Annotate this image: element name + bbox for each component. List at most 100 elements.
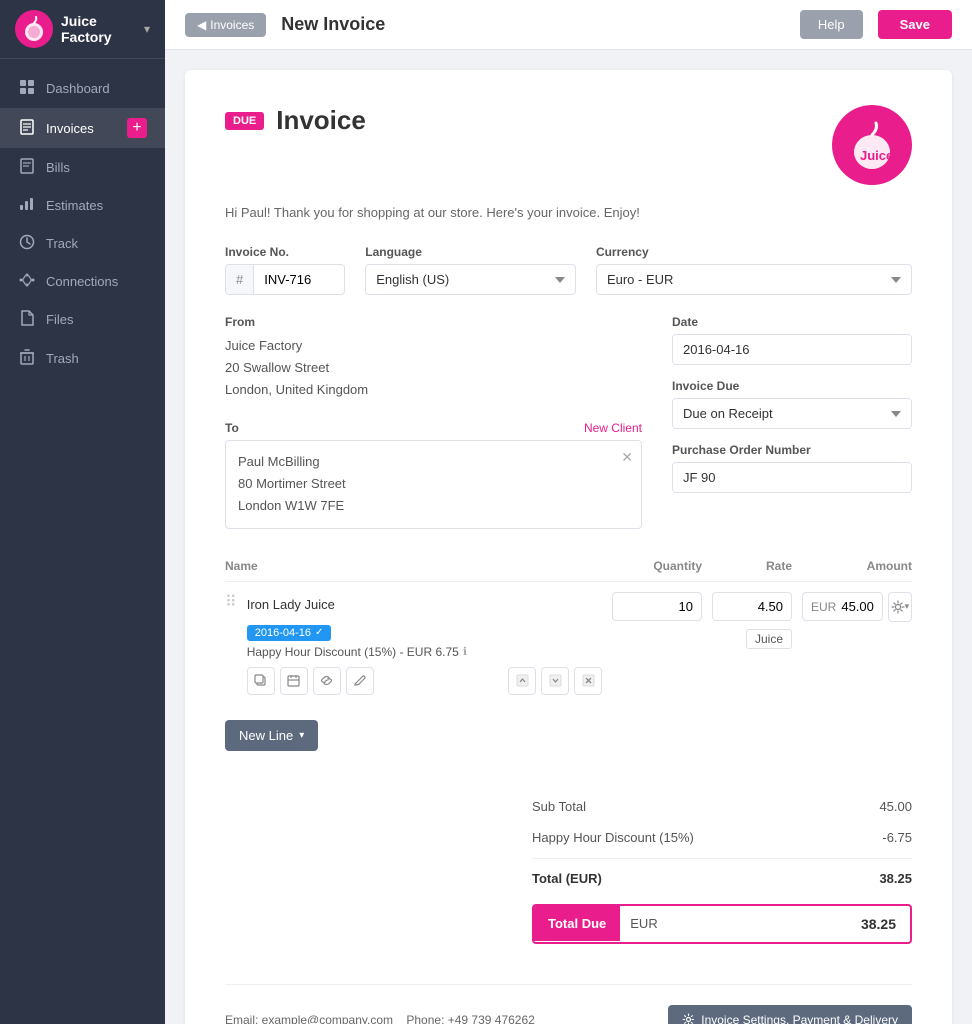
qty-col — [612, 592, 702, 621]
sidebar-item-trash[interactable]: Trash — [0, 339, 165, 378]
sidebar-item-label: Dashboard — [46, 81, 110, 96]
line-item-settings-button[interactable]: ▾ — [888, 592, 912, 622]
invoice-no-label: Invoice No. — [225, 245, 345, 259]
invoice-settings-button[interactable]: Invoice Settings, Payment & Delivery — [668, 1005, 912, 1024]
invoice-title: Invoice — [276, 105, 366, 136]
link-button[interactable] — [313, 667, 341, 695]
invoice-no-input-group: # — [225, 264, 345, 295]
invoices-icon — [18, 119, 36, 138]
drag-handle[interactable]: ⠿ — [225, 592, 237, 612]
discount-text: Happy Hour Discount (15%) - EUR 6.75 — [247, 645, 459, 659]
new-client-link[interactable]: New Client — [584, 421, 642, 435]
item-name-input[interactable] — [247, 592, 602, 617]
invoice-due-label: Invoice Due — [672, 379, 912, 393]
amount-value: 45.00 — [841, 599, 874, 614]
save-button[interactable]: Save — [878, 10, 952, 39]
currency-select[interactable]: Euro - EUR — [596, 264, 912, 295]
sidebar-item-files[interactable]: Files — [0, 300, 165, 339]
date-input[interactable] — [672, 334, 912, 365]
from-section: From Juice Factory 20 Swallow Street Lon… — [225, 315, 642, 401]
footer-phone: Phone: +49 739 476262 — [406, 1013, 534, 1024]
total-due-currency: EUR — [620, 906, 847, 941]
sidebar-item-bills[interactable]: Bills — [0, 148, 165, 187]
copy-button[interactable] — [247, 667, 275, 695]
date-label: Date — [672, 315, 912, 329]
line-item-row: ⠿ 2016-04-16 ✓ Happy — [225, 582, 912, 705]
po-input[interactable] — [672, 462, 912, 493]
to-line-2: 80 Mortimer Street — [238, 473, 629, 495]
help-button[interactable]: Help — [800, 10, 863, 39]
amount-currency: EUR — [811, 600, 836, 614]
sidebar-item-label: Bills — [46, 160, 70, 175]
footer-email: Email: example@company.com — [225, 1013, 393, 1024]
footer-contact: Email: example@company.com Phone: +49 73… — [225, 1013, 535, 1024]
sidebar-item-invoices[interactable]: Invoices + — [0, 108, 165, 148]
line-items-section: Name Quantity Rate Amount ⠿ — [225, 559, 912, 751]
date-badge-text: 2016-04-16 — [255, 627, 311, 639]
line-item-grid: ⠿ 2016-04-16 ✓ Happy — [225, 592, 912, 695]
breadcrumb-arrow-icon: ◀ — [197, 18, 206, 32]
new-line-arrow-icon: ▾ — [299, 730, 304, 741]
sidebar-item-track[interactable]: Track — [0, 224, 165, 263]
invoice-no-group: Invoice No. # — [225, 245, 345, 295]
settings-gear-icon — [682, 1013, 695, 1024]
greeting-text: Hi Paul! Thank you for shopping at our s… — [225, 205, 912, 220]
discount-row: Happy Hour Discount (15%) - EUR 6.75 ℹ — [247, 645, 602, 659]
sidebar-item-label: Trash — [46, 351, 79, 366]
currency-group: Currency Euro - EUR — [596, 245, 912, 295]
line-items-header: Name Quantity Rate Amount — [225, 559, 912, 582]
estimates-icon — [18, 197, 36, 214]
sidebar-item-label: Track — [46, 236, 78, 251]
discount-info-icon: ℹ — [463, 645, 467, 658]
item-date-badge[interactable]: 2016-04-16 ✓ — [247, 625, 332, 641]
to-close-button[interactable]: ✕ — [621, 449, 633, 466]
totals-container: Sub Total 45.00 Happy Hour Discount (15%… — [225, 771, 912, 944]
sidebar-logo[interactable]: Juice Factory ▾ — [0, 0, 165, 59]
bills-icon — [18, 158, 36, 177]
logo-icon — [15, 10, 53, 48]
dashboard-icon — [18, 79, 36, 98]
col-quantity: Quantity — [612, 559, 702, 573]
delete-item-button[interactable] — [574, 667, 602, 695]
invoice-card: DUE Invoice Juice Hi Paul! Thank you for… — [185, 70, 952, 1024]
move-down-button[interactable] — [541, 667, 569, 695]
content-area: DUE Invoice Juice Hi Paul! Thank you for… — [165, 50, 972, 1024]
total-label: Total (EUR) — [532, 871, 602, 886]
invoice-no-input[interactable] — [254, 265, 344, 294]
item-details: 2016-04-16 ✓ Happy Hour Discount (15%) -… — [247, 592, 602, 695]
po-group: Purchase Order Number — [672, 443, 912, 493]
breadcrumb-label: Invoices — [210, 18, 254, 32]
language-select[interactable]: English (US) — [365, 264, 576, 295]
rate-input[interactable] — [712, 592, 792, 621]
calendar-button[interactable] — [280, 667, 308, 695]
edit-button[interactable] — [346, 667, 374, 695]
currency-label: Currency — [596, 245, 912, 259]
po-label: Purchase Order Number — [672, 443, 912, 457]
add-invoice-button[interactable]: + — [127, 118, 147, 138]
sidebar-item-connections[interactable]: Connections — [0, 263, 165, 300]
total-row: Total (EUR) 38.25 — [532, 858, 912, 894]
total-value: 38.25 — [879, 871, 912, 886]
move-up-button[interactable] — [508, 667, 536, 695]
language-label: Language — [365, 245, 576, 259]
invoice-due-select[interactable]: Due on Receipt — [672, 398, 912, 429]
col-amount: Amount — [802, 559, 912, 573]
quantity-input[interactable] — [612, 592, 702, 621]
item-tag: Juice — [746, 629, 792, 649]
invoice-footer: Email: example@company.com Phone: +49 73… — [225, 984, 912, 1024]
rate-col: Juice — [712, 592, 792, 649]
sidebar-item-label: Invoices — [46, 121, 94, 136]
due-badge: DUE — [225, 112, 264, 130]
new-line-button[interactable]: New Line ▾ — [225, 720, 318, 751]
sidebar-item-dashboard[interactable]: Dashboard — [0, 69, 165, 108]
sidebar-item-label: Estimates — [46, 198, 103, 213]
invoice-fields-row1: Invoice No. # Language English (US) Curr… — [225, 245, 912, 295]
to-line-3: London W1W 7FE — [238, 495, 629, 517]
gear-dropdown-arrow: ▾ — [905, 601, 910, 612]
col-name: Name — [225, 559, 602, 573]
to-header: To New Client — [225, 421, 642, 435]
invoices-breadcrumb[interactable]: ◀ Invoices — [185, 13, 266, 37]
subtotal-value: 45.00 — [879, 799, 912, 814]
sidebar-item-estimates[interactable]: Estimates — [0, 187, 165, 224]
amount-col: EUR 45.00 ▾ — [802, 592, 912, 622]
